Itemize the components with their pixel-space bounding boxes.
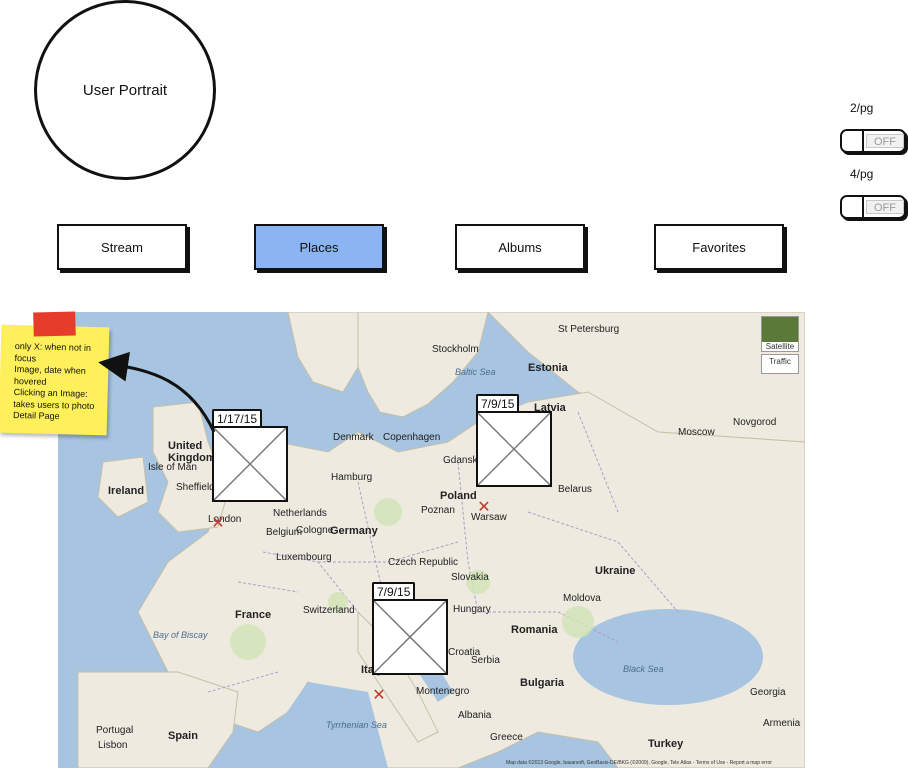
map-label-serbia: Serbia [471, 655, 500, 666]
annotation-sticky-note: only X: when not in focus Image, date wh… [0, 311, 110, 436]
map-label-black-sea: Black Sea [623, 664, 664, 674]
toggle-2pg[interactable]: OFF [840, 129, 906, 153]
toggle-knob[interactable] [842, 197, 864, 217]
map-label-switzerland: Switzerland [303, 605, 355, 616]
map-label-greece: Greece [490, 732, 523, 743]
satellite-toggle-button[interactable]: Satellite [761, 316, 799, 352]
photo-thumbnail[interactable] [372, 599, 448, 675]
map-label-france: France [235, 609, 272, 621]
photo-date: 7/9/15 [476, 394, 520, 412]
map-label-czech-republic: Czech Republic [388, 557, 459, 568]
map-label-poznan: Poznan [421, 505, 455, 516]
toggle-knob[interactable] [842, 131, 864, 151]
places-map[interactable]: St Petersburg Estonia Latvia Moscow Novg… [58, 312, 805, 768]
map-label-hamburg: Hamburg [331, 472, 373, 483]
map-label-netherlands: Netherlands [273, 508, 327, 519]
toggle-state: OFF [866, 134, 904, 148]
map-label-poland: Poland [440, 490, 477, 502]
map-label-germany: Germany [330, 525, 378, 537]
map-label-belarus: Belarus [558, 484, 592, 495]
photo-marker-italy[interactable]: 7/9/15 [372, 582, 448, 677]
toggle-4pg[interactable]: OFF [840, 195, 906, 219]
map-label-albania: Albania [458, 710, 492, 721]
tab-albums-label: Albums [498, 239, 542, 255]
map-label-spain: Spain [168, 730, 198, 742]
map-land-base [77, 312, 805, 768]
crossed-box-icon [478, 413, 550, 485]
crossed-box-icon [214, 428, 286, 500]
tab-places-label: Places [299, 239, 339, 255]
annotation-line: Clicking an Image: takes users to photo … [12, 386, 95, 422]
user-portrait[interactable]: User Portrait [34, 0, 216, 180]
photo-thumbnail[interactable] [212, 426, 288, 502]
map-attribution: Map data ©2013 Google, basarsoft, GeoBas… [506, 760, 772, 766]
map-label-cologne: Cologne [296, 525, 334, 536]
map-label-estonia: Estonia [528, 362, 568, 374]
map-label-st-petersburg: St Petersburg [558, 324, 620, 335]
photo-thumbnail[interactable] [476, 411, 552, 487]
toggle-2pg-label: 2/pg [850, 101, 874, 115]
x-mark-icon[interactable]: ✕ [372, 688, 386, 704]
x-mark-icon[interactable]: ✕ [211, 516, 225, 532]
map-label-romania: Romania [511, 624, 558, 636]
toggle-4pg-label: 4/pg [850, 167, 874, 181]
tab-stream-label: Stream [101, 239, 143, 255]
annotation-line: Image, date when hovered [13, 363, 86, 387]
map-label-stockholm: Stockholm [432, 344, 479, 355]
map-label-copenhagen: Copenhagen [383, 432, 441, 443]
map-label-bay-of-biscay: Bay of Biscay [153, 630, 208, 640]
satellite-label: Satellite [762, 342, 798, 351]
map-label-ireland: Ireland [108, 485, 145, 497]
map-label-portugal: Portugal [96, 725, 134, 736]
map-label-ukraine: Ukraine [595, 565, 636, 577]
tab-favorites-label: Favorites [692, 239, 746, 255]
map-label-denmark: Denmark [333, 432, 374, 443]
map-label-gdansk: Gdansk [443, 455, 478, 466]
map-label-bulgaria: Bulgaria [520, 677, 565, 689]
user-portrait-label: User Portrait [82, 81, 168, 99]
toggle-state: OFF [866, 200, 904, 214]
map-label-luxembourg: Luxembourg [276, 552, 332, 563]
sticky-tape [33, 311, 76, 337]
map-label-montenegro: Montenegro [416, 686, 470, 697]
map-label-turkey: Turkey [648, 738, 684, 750]
photo-date: 7/9/15 [372, 582, 416, 600]
traffic-toggle-button[interactable]: Traffic [761, 354, 799, 374]
map-label-armenia: Armenia [763, 718, 801, 729]
map-label-tyrrhenian-sea: Tyrrhenian Sea [326, 720, 387, 730]
tab-stream[interactable]: Stream [57, 224, 187, 270]
traffic-label: Traffic [769, 357, 791, 366]
crossed-box-icon [374, 601, 446, 673]
map-label-baltic-sea: Baltic Sea [455, 367, 496, 377]
map-label-lisbon: Lisbon [98, 740, 128, 751]
map-label-novgorod: Novgorod [733, 417, 777, 428]
map-label-moldova: Moldova [563, 593, 601, 604]
annotation-line: only X: when not in focus [14, 340, 92, 364]
map-label-hungary: Hungary [453, 604, 491, 615]
map-label-sheffield: Sheffield [176, 482, 215, 493]
x-mark-icon[interactable]: ✕ [477, 500, 491, 516]
map-label-slovakia: Slovakia [451, 572, 489, 583]
map-label-moscow: Moscow [678, 427, 715, 438]
photo-date: 1/17/15 [212, 409, 263, 427]
photo-marker-poland[interactable]: 7/9/15 [476, 394, 552, 489]
tab-albums[interactable]: Albums [455, 224, 585, 270]
tab-favorites[interactable]: Favorites [654, 224, 784, 270]
photo-marker-uk[interactable]: 1/17/15 [212, 409, 288, 504]
tab-places[interactable]: Places [254, 224, 384, 270]
map-label-isle-of-man: Isle of Man [148, 462, 197, 473]
map-label-georgia: Georgia [750, 687, 786, 698]
